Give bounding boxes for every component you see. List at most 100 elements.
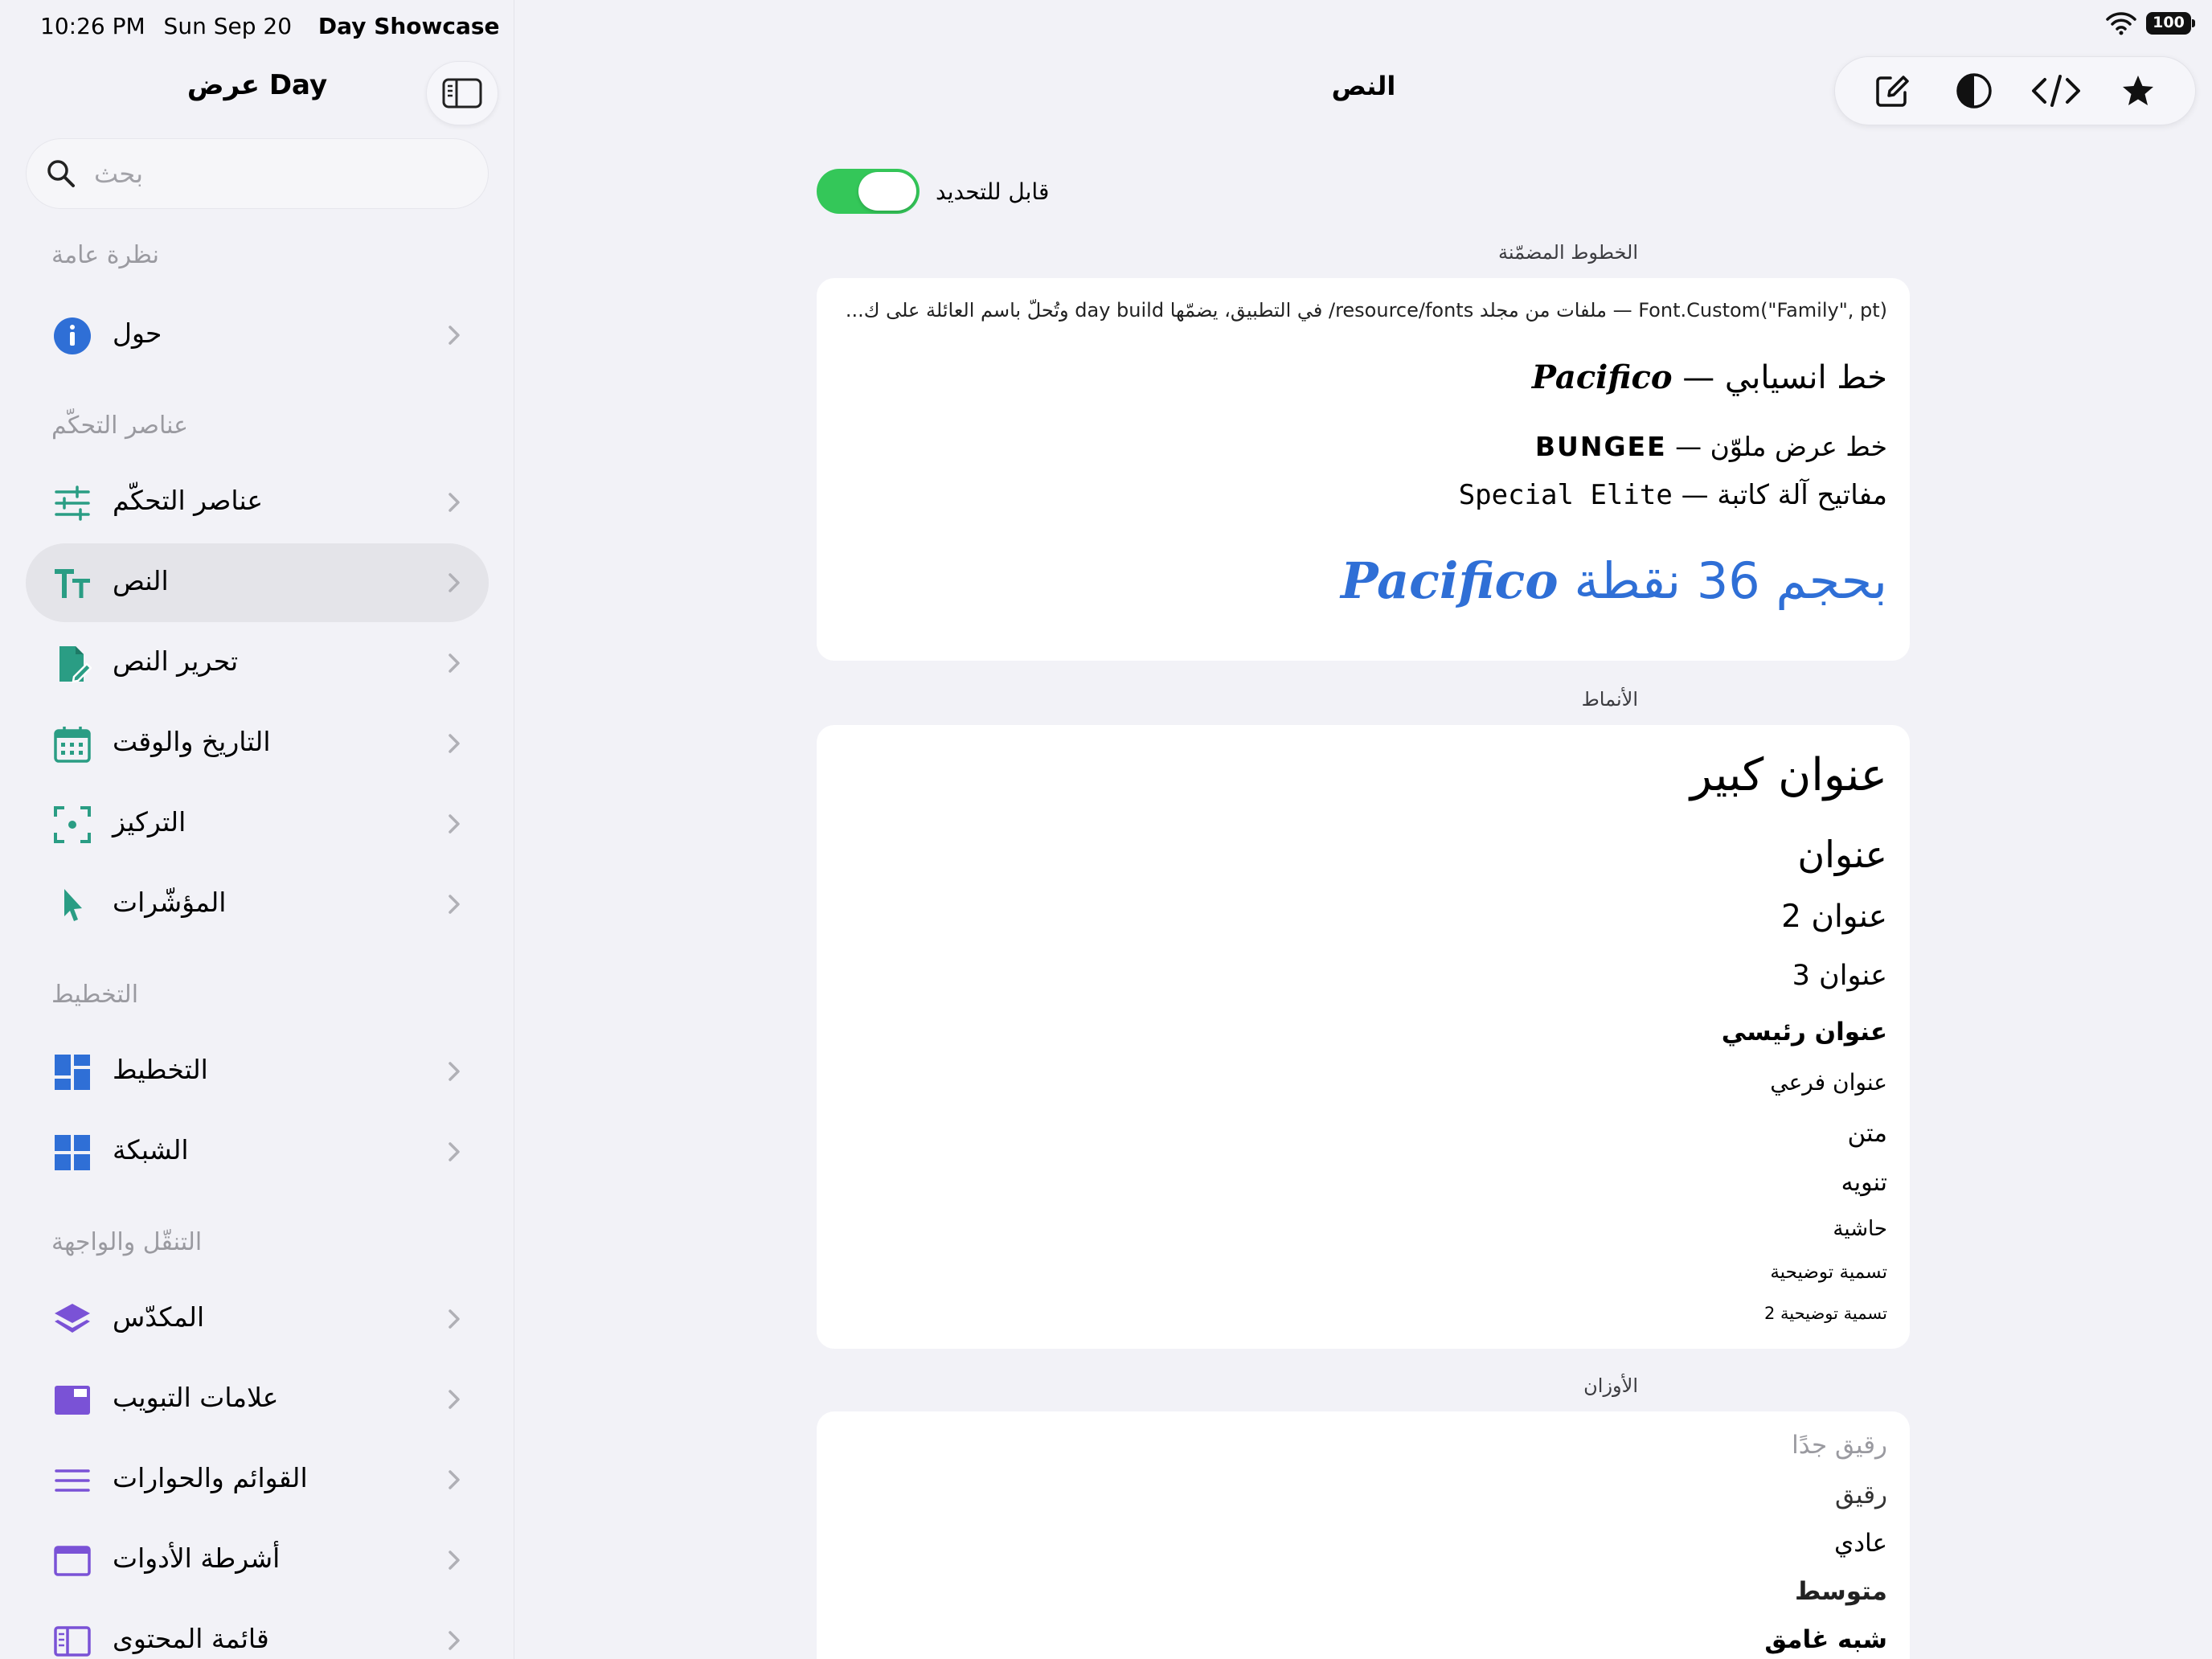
section-header-layout: التخطيط xyxy=(51,981,139,1009)
wifi-icon xyxy=(2106,12,2136,35)
sidebar-item-pointers[interactable]: المؤشّرات xyxy=(26,865,489,944)
focus-viewfinder-icon xyxy=(54,806,91,843)
special-elite-sample: مفاتيح آلة كاتبة — Special Elite xyxy=(1459,479,1887,511)
text-size-icon xyxy=(55,569,90,598)
battery-indicator: 100 xyxy=(2146,12,2196,35)
sidebar-item-label: المؤشّرات xyxy=(113,887,227,918)
weight-ultralight: رقيق جدًا xyxy=(1792,1431,1887,1460)
sidebar-item-tabs[interactable]: علامات التبويب xyxy=(26,1360,489,1439)
sidebar-item-stack[interactable]: المكدّس xyxy=(26,1280,489,1358)
style-title-2: عنوان 2 xyxy=(1781,899,1887,935)
selectable-row: قابل للتحديد xyxy=(817,169,1049,214)
view-code-button[interactable] xyxy=(2030,65,2082,117)
weight-semibold: شبه غامق xyxy=(1764,1625,1887,1654)
section-header-navigation: التنقّل والواجهة xyxy=(51,1228,203,1256)
chevron-right-icon xyxy=(449,1062,460,1081)
appearance-toggle-button[interactable] xyxy=(1948,65,2000,117)
sidebar-item-text[interactable]: النص xyxy=(26,543,489,622)
chevron-right-icon xyxy=(449,653,460,673)
style-headline: عنوان رئيسي xyxy=(1721,1018,1887,1047)
status-bar-right: 100 xyxy=(2106,11,2196,35)
toggle-knob xyxy=(858,172,916,211)
sidebar-item-label: القوائم والحوارات xyxy=(113,1462,308,1493)
special-elite-sample-prefix: مفاتيح آلة كاتبة — xyxy=(1672,479,1887,511)
list-lines-icon xyxy=(55,1469,90,1492)
chevron-right-icon xyxy=(449,734,460,753)
pacifico-36pt-prefix: بحجم 36 نقطة xyxy=(1558,551,1887,610)
toolbar xyxy=(1834,56,2196,125)
sidebar-item-menus-dialogs[interactable]: القوائم والحوارات xyxy=(26,1440,489,1519)
sidebar-item-label: النص xyxy=(113,565,169,596)
section-header-styles: الأنماط xyxy=(1581,688,1638,711)
section-header-overview: نظرة عامة xyxy=(51,241,159,269)
chevron-right-icon xyxy=(449,1390,460,1409)
sidebar-item-label: حول xyxy=(113,317,162,349)
sidebar-item-controls[interactable]: عناصر التحكّم xyxy=(26,463,489,542)
contrast-icon xyxy=(1956,73,1992,109)
compose-icon xyxy=(1876,76,1909,107)
calendar-icon xyxy=(54,727,91,763)
embedded-fonts-description: Font.Custom("Family", pt) — ملفات من مجل… xyxy=(845,299,1887,322)
code-icon xyxy=(2032,75,2080,107)
sidebar-item-date-time[interactable]: التاريخ والوقت xyxy=(26,704,489,783)
info-circle-icon xyxy=(54,317,91,354)
selectable-toggle[interactable] xyxy=(817,169,920,214)
sidebar-item-label: علامات التبويب xyxy=(113,1382,279,1413)
grid-icon xyxy=(55,1135,90,1170)
toggle-sidebar-button[interactable] xyxy=(426,61,498,125)
chevron-right-icon xyxy=(449,814,460,834)
section-header-embedded-fonts: الخطوط المضمّنة xyxy=(1497,241,1638,264)
style-caption: تسمية توضيحية xyxy=(1770,1262,1887,1283)
sidebar-item-content-menu[interactable]: قائمة المحتوى xyxy=(26,1601,489,1659)
compose-button[interactable] xyxy=(1866,65,1918,117)
chevron-right-icon xyxy=(449,1142,460,1161)
weight-light: رقيق xyxy=(1835,1481,1887,1509)
style-title: عنوان xyxy=(1797,833,1887,876)
tabs-icon xyxy=(55,1386,90,1415)
sliders-icon xyxy=(55,485,90,521)
sidebar: 10:26 PM Sun Sep 20 Day Showcase عرض Day… xyxy=(0,0,514,1659)
status-bar-left: 10:26 PM Sun Sep 20 Day Showcase xyxy=(40,13,500,39)
sidebar-item-label: التخطيط xyxy=(113,1054,208,1085)
sidebar-item-about[interactable]: حول xyxy=(26,296,489,375)
style-large-title: عنوان كبير xyxy=(1690,749,1887,801)
sidebar-item-label: قائمة المحتوى xyxy=(113,1623,269,1654)
status-app-name: Day Showcase xyxy=(317,13,500,39)
favorite-button[interactable] xyxy=(2112,65,2164,117)
style-caption-2: تسمية توضيحية 2 xyxy=(1763,1304,1887,1323)
stack-layers-icon xyxy=(55,1304,90,1333)
sidebar-item-label: أشرطة الأدوات xyxy=(113,1542,281,1574)
sidebar-item-toolbars[interactable]: أشرطة الأدوات xyxy=(26,1521,489,1600)
bungee-sample: خط عرض ملوّن — BUNGEE xyxy=(1535,431,1887,462)
chevron-right-icon xyxy=(449,1631,460,1650)
battery-level: 100 xyxy=(2153,14,2185,31)
search-field[interactable] xyxy=(26,138,489,209)
pointer-arrow-icon xyxy=(64,889,82,921)
section-header-controls: عناصر التحكّم xyxy=(51,412,189,440)
weights-card: رقيق جدًا رقيق عادي متوسط شبه غامق xyxy=(817,1411,1910,1659)
selectable-label: قابل للتحديد xyxy=(936,178,1050,205)
layout-grid-icon xyxy=(55,1055,90,1090)
embedded-fonts-card: Font.Custom("Family", pt) — ملفات من مجل… xyxy=(817,278,1910,661)
chevron-right-icon xyxy=(449,1309,460,1329)
style-footnote: حاشية xyxy=(1833,1217,1887,1241)
star-icon xyxy=(2123,76,2153,105)
pacifico-sample-prefix: خط انسيابي — xyxy=(1672,359,1887,396)
search-icon xyxy=(47,160,75,187)
pacifico-36pt-name: Pacifico xyxy=(1341,551,1559,610)
doc-edit-icon xyxy=(59,646,92,683)
sidebar-item-layout[interactable]: التخطيط xyxy=(26,1032,489,1111)
sidebar-toggle-icon xyxy=(442,78,482,109)
sidebar-item-label: تحرير النص xyxy=(113,645,239,677)
sidebar-item-grid[interactable]: الشبكة xyxy=(26,1112,489,1191)
sidebar-panel-icon xyxy=(54,1626,91,1657)
sidebar-item-focus[interactable]: التركيز xyxy=(26,784,489,863)
window-toolbar-icon xyxy=(54,1546,91,1576)
sidebar-item-text-editing[interactable]: تحرير النص xyxy=(26,624,489,703)
sidebar-item-label: عناصر التحكّم xyxy=(113,485,264,516)
search-input[interactable] xyxy=(94,158,464,189)
status-time: 10:26 PM xyxy=(40,13,145,39)
sidebar-item-label: التاريخ والوقت xyxy=(113,726,271,757)
sidebar-item-label: الشبكة xyxy=(113,1134,189,1165)
bungee-sample-prefix: خط عرض ملوّن — xyxy=(1666,431,1887,462)
